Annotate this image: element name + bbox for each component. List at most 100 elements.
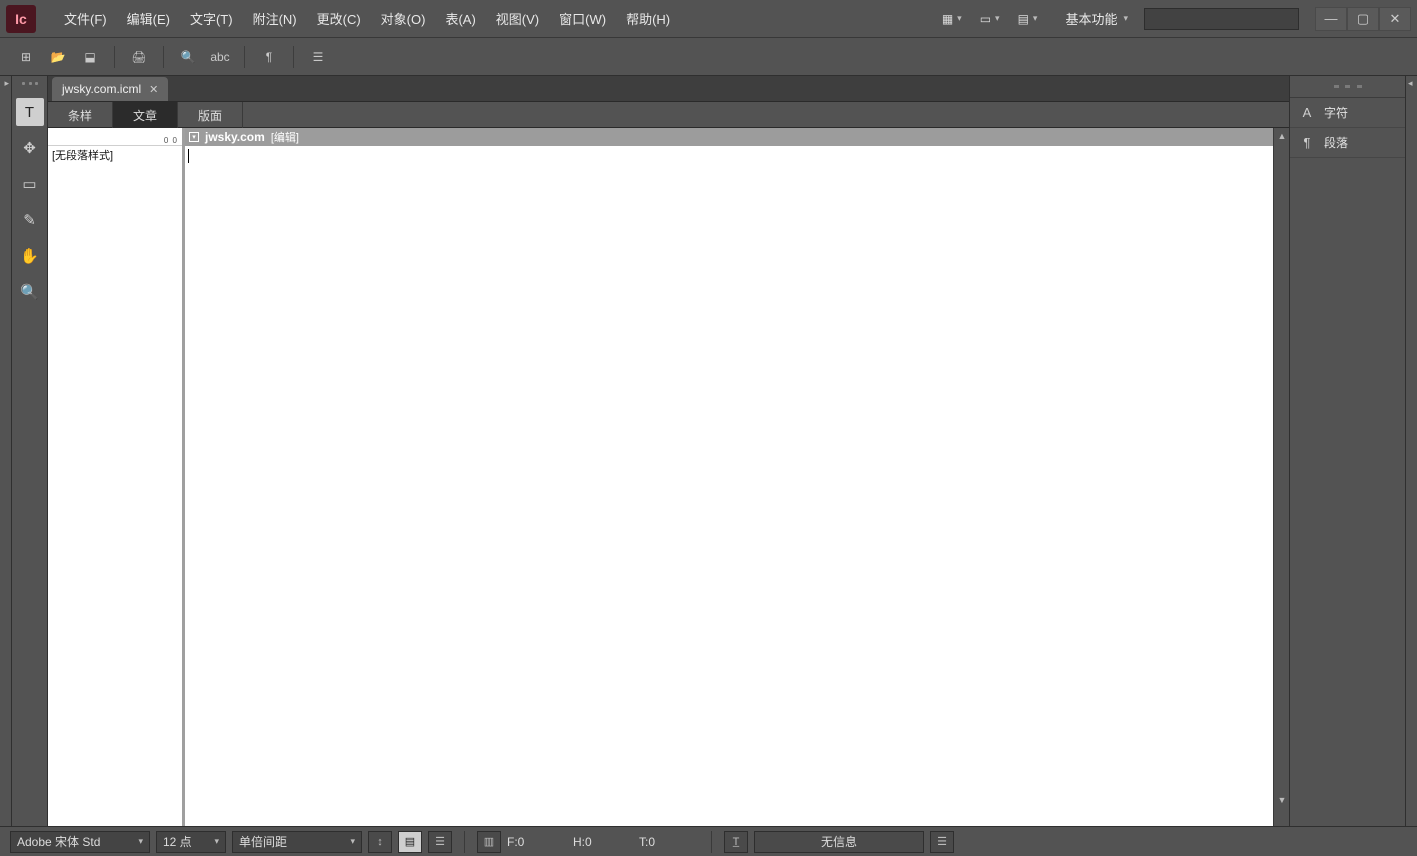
lines-icon: ☰ xyxy=(937,835,947,848)
view-options-button[interactable]: ▤▾ xyxy=(1018,12,1038,26)
close-button[interactable]: ✕ xyxy=(1379,7,1411,31)
separator xyxy=(163,46,164,68)
leading-value: 单倍间距 xyxy=(239,833,287,850)
menu-help[interactable]: 帮助(H) xyxy=(616,5,680,32)
hand-tool[interactable]: ✋ xyxy=(16,242,44,270)
search-input[interactable] xyxy=(1144,8,1299,30)
document-tabs: jwsky.com.icml ✕ xyxy=(48,76,1289,102)
paragraph-style-entry[interactable]: [无段落样式] xyxy=(48,146,182,164)
open-button[interactable]: 📂 xyxy=(44,43,72,71)
menu-window[interactable]: 窗口(W) xyxy=(549,5,616,32)
search-icon: 🔍 xyxy=(181,50,196,64)
horizontal-icon: ↕ xyxy=(377,836,383,848)
pilcrow-icon: ¶ xyxy=(266,50,272,64)
story-header[interactable]: ▾ jwsky.com [编辑] xyxy=(185,128,1273,146)
vertical-scrollbar[interactable]: ▲ ▼ xyxy=(1273,128,1289,826)
leading-select[interactable]: 单倍间距 ▾ xyxy=(232,831,362,853)
menu-table[interactable]: 表(A) xyxy=(435,5,485,32)
maximize-icon: ▢ xyxy=(1357,11,1369,27)
font-family-select[interactable]: Adobe 宋体 Std ▾ xyxy=(10,831,150,853)
copyfit-icon: ▥ xyxy=(484,835,494,848)
type-tool[interactable]: T xyxy=(16,98,44,126)
find-button[interactable]: 🔍 xyxy=(174,43,202,71)
save-button[interactable]: ⬓ xyxy=(76,43,104,71)
menu-object[interactable]: 对象(O) xyxy=(371,5,436,32)
panel-handle[interactable] xyxy=(1290,76,1405,98)
hand-move-tool[interactable]: ✥ xyxy=(16,134,44,162)
scroll-down-arrow[interactable]: ▼ xyxy=(1274,792,1290,808)
separator xyxy=(711,831,712,853)
menu-bar: Ic 文件(F) 编辑(E) 文字(T) 附注(N) 更改(C) 对象(O) 表… xyxy=(0,0,1417,38)
font-family-value: Adobe 宋体 Std xyxy=(17,833,100,850)
font-size-select[interactable]: 12 点 ▾ xyxy=(156,831,226,853)
disclosure-icon[interactable]: ▾ xyxy=(189,132,199,142)
info-field: 无信息 xyxy=(754,831,924,853)
scroll-up-arrow[interactable]: ▲ xyxy=(1274,128,1290,144)
copyfit-t: T:0 xyxy=(639,835,699,849)
window-controls: — ▢ ✕ xyxy=(1315,7,1411,31)
close-icon[interactable]: ✕ xyxy=(149,83,158,96)
document-tab-label: jwsky.com.icml xyxy=(62,82,141,96)
resize-grip[interactable] xyxy=(1273,810,1289,826)
menu-changes[interactable]: 更改(C) xyxy=(307,5,371,32)
menu-lines-button[interactable]: ☰ xyxy=(304,43,332,71)
vertical-icon: ▤ xyxy=(405,835,415,848)
save-icon: ⬓ xyxy=(84,50,95,64)
paragraph-icon: ¶ xyxy=(1300,135,1314,150)
arrange-button[interactable]: ▭▾ xyxy=(980,12,1000,26)
menubar-view-tools: ▦▾ ▭▾ ▤▾ xyxy=(942,12,1038,26)
style-ruler: 0 0 xyxy=(48,128,182,146)
minimize-button[interactable]: — xyxy=(1315,7,1347,31)
vertical-view-button[interactable]: ▤ xyxy=(398,831,422,853)
right-dock-rail[interactable]: ◂ xyxy=(1405,76,1417,826)
new-button[interactable]: ⊞ xyxy=(12,43,40,71)
menu-view[interactable]: 视图(V) xyxy=(486,5,549,32)
print-icon: 🖨 xyxy=(131,50,146,64)
workspace-switcher[interactable]: 基本功能 ▾ xyxy=(1057,5,1136,32)
note-tool[interactable]: ▭ xyxy=(16,170,44,198)
chevron-down-icon: ▾ xyxy=(1123,13,1128,24)
story-text-area[interactable] xyxy=(185,146,1273,826)
tab-story[interactable]: 文章 xyxy=(113,102,178,128)
menu-edit[interactable]: 编辑(E) xyxy=(117,5,180,32)
paragraph-panel[interactable]: ¶ 段落 xyxy=(1290,128,1405,158)
info-options-button[interactable]: ☰ xyxy=(930,831,954,853)
tool-strip-handle[interactable] xyxy=(22,82,38,86)
document-area: jwsky.com.icml ✕ 条样 文章 版面 0 0 [无段落样式] ▾ … xyxy=(48,76,1289,826)
story-content-row: 0 0 [无段落样式] ▾ jwsky.com [编辑] ▲ ▼ xyxy=(48,128,1289,826)
left-dock-rail[interactable]: ▸ xyxy=(0,76,12,826)
panel-label: 段落 xyxy=(1324,134,1348,151)
show-hidden-button[interactable]: ¶ xyxy=(255,43,283,71)
options-button[interactable]: ☰ xyxy=(428,831,452,853)
screen-mode-button[interactable]: ▦▾ xyxy=(942,12,962,26)
ruler-mark: 0 0 xyxy=(164,136,178,145)
copyfit-f: F:0 xyxy=(507,835,567,849)
panel-label: 字符 xyxy=(1324,104,1348,121)
document-tab[interactable]: jwsky.com.icml ✕ xyxy=(52,77,168,101)
toolbar: ⊞ 📂 ⬓ 🖨 🔍 abc ¶ ☰ xyxy=(0,38,1417,76)
maximize-button[interactable]: ▢ xyxy=(1347,7,1379,31)
screen-mode-icon: ▦ xyxy=(942,12,953,26)
menu-file[interactable]: 文件(F) xyxy=(54,5,117,32)
spellcheck-icon: abc xyxy=(210,50,229,64)
tab-layout[interactable]: 版面 xyxy=(178,102,243,128)
story-status-tag: [编辑] xyxy=(271,129,299,145)
character-panel[interactable]: A 字符 xyxy=(1290,98,1405,128)
info-value: 无信息 xyxy=(821,833,857,850)
zoom-tool[interactable]: 🔍 xyxy=(16,278,44,306)
new-icon: ⊞ xyxy=(21,50,31,64)
separator xyxy=(114,46,115,68)
print-button[interactable]: 🖨 xyxy=(125,43,153,71)
copyfit-icon-box: ▥ xyxy=(477,831,501,853)
menu-type[interactable]: 文字(T) xyxy=(180,5,243,32)
tab-galley[interactable]: 条样 xyxy=(48,102,113,128)
chevron-down-icon: ▾ xyxy=(350,836,355,847)
text-caret xyxy=(188,149,189,163)
story-editor[interactable]: ▾ jwsky.com [编辑] xyxy=(185,128,1273,826)
eyedropper-tool[interactable]: ✎ xyxy=(16,206,44,234)
menu-notes[interactable]: 附注(N) xyxy=(243,5,307,32)
spellcheck-button[interactable]: abc xyxy=(206,43,234,71)
app-logo[interactable]: Ic xyxy=(6,5,36,33)
horizontal-view-button[interactable]: ↕ xyxy=(368,831,392,853)
story-name: jwsky.com xyxy=(205,130,265,144)
